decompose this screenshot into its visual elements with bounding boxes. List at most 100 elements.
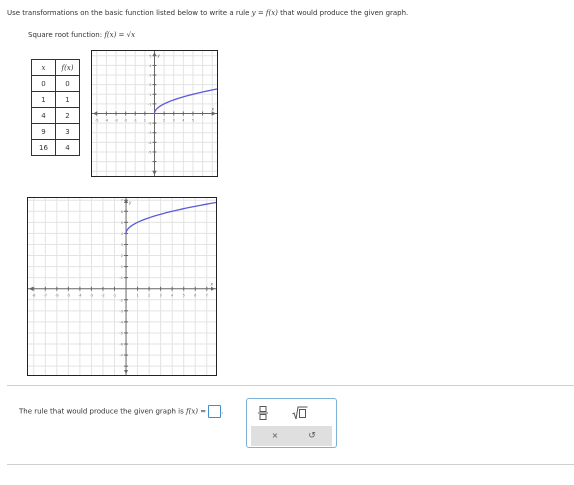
y-tick-label: 5 bbox=[149, 54, 151, 58]
x-tick-label: -4 bbox=[105, 119, 109, 123]
table-row: 93 bbox=[31, 123, 80, 140]
y-tick-label: -1 bbox=[120, 276, 124, 280]
palette-top-row bbox=[247, 399, 336, 425]
table-cell: 4 bbox=[55, 139, 80, 156]
x-tick-label: -6 bbox=[55, 294, 59, 298]
clear-button[interactable]: × bbox=[269, 430, 281, 442]
function-curve bbox=[125, 201, 217, 234]
palette-bottom-row: × ↺ bbox=[251, 426, 332, 446]
x-tick-label: -7 bbox=[44, 294, 48, 298]
y-axis-label: y bbox=[128, 200, 132, 205]
y-tick-label: -3 bbox=[148, 131, 152, 135]
fraction-icon bbox=[258, 406, 268, 420]
undo-button[interactable]: ↺ bbox=[306, 430, 318, 442]
y-tick-label: 7 bbox=[121, 199, 123, 203]
x-tick-label: 3 bbox=[173, 119, 175, 123]
x-tick-label: -1 bbox=[134, 119, 138, 123]
table-header-fx: f(x) bbox=[55, 59, 80, 76]
answer-input[interactable] bbox=[208, 405, 222, 418]
x-tick-label: 7 bbox=[206, 294, 208, 298]
x-tick-label: -2 bbox=[124, 119, 128, 123]
y-tick-label: -6 bbox=[120, 343, 124, 347]
y-tick-label: 2 bbox=[149, 83, 151, 87]
table-cell: 0 bbox=[31, 75, 56, 92]
function-label: Square root function: f(x) = √x bbox=[28, 31, 135, 39]
x-tick-label: 1 bbox=[136, 294, 138, 298]
instructions: Use transformations on the basic functio… bbox=[7, 9, 408, 17]
y-tick-label: 3 bbox=[121, 243, 123, 247]
function-label-prefix: Square root function: bbox=[28, 31, 105, 39]
table-cell: 2 bbox=[55, 107, 80, 124]
function-label-math: f(x) = √x bbox=[104, 31, 136, 39]
y-tick-label: 1 bbox=[121, 265, 123, 269]
x-tick-label: 3 bbox=[160, 294, 162, 298]
instructions-rule-math: y = f(x) bbox=[251, 9, 278, 17]
y-tick-label: -2 bbox=[120, 298, 124, 302]
table-cell: 1 bbox=[31, 91, 56, 108]
table-row: 42 bbox=[31, 107, 80, 124]
y-tick-label: 3 bbox=[149, 74, 151, 78]
y-tick-label: 5 bbox=[121, 221, 123, 225]
answer-prompt: The rule that would produce the given gr… bbox=[19, 407, 186, 416]
table-cell: 16 bbox=[31, 139, 56, 156]
table-cell: 1 bbox=[55, 91, 80, 108]
x-tick-label: 4 bbox=[171, 294, 174, 298]
instructions-suffix: that would produce the given graph. bbox=[277, 9, 409, 17]
x-tick-label: -3 bbox=[114, 119, 118, 123]
y-tick-label: -5 bbox=[120, 331, 124, 335]
x-tick-label: -5 bbox=[95, 119, 99, 123]
y-tick-label: -7 bbox=[120, 354, 124, 358]
x-axis-label: x bbox=[211, 107, 215, 112]
table-cell: 4 bbox=[31, 107, 56, 124]
x-tick-label: 6 bbox=[194, 294, 196, 298]
x-tick-label: -5 bbox=[67, 294, 71, 298]
table-row: 11 bbox=[31, 91, 80, 108]
x-tick-label: -1 bbox=[113, 294, 117, 298]
x-axis-label: x bbox=[210, 282, 214, 287]
answer-prompt-math: f(x) = bbox=[186, 407, 207, 416]
table-cell: 0 bbox=[55, 75, 80, 92]
y-tick-label: -2 bbox=[148, 122, 152, 126]
x-tick-label: 4 bbox=[182, 119, 185, 123]
x-tick-label: 2 bbox=[148, 294, 150, 298]
x-axis-arrow-icon bbox=[29, 286, 33, 291]
x-tick-label: 2 bbox=[163, 119, 165, 123]
y-tick-label: -4 bbox=[148, 141, 152, 145]
values-table: x f(x) 00 11 42 93 16 4 bbox=[31, 59, 80, 156]
x-tick-label: -3 bbox=[90, 294, 94, 298]
y-axis-arrow-icon bbox=[124, 370, 129, 374]
table-row: 16 4 bbox=[31, 139, 80, 156]
transformed-graph: -8 -7 -6 -5 -4 -3 -2 -1 1 2 3 4 5 6 7 7 6 5 4 3 2 1 -1 -2 -3 -4 -5… bbox=[27, 197, 217, 376]
x-tick-label: 5 bbox=[192, 119, 194, 123]
sqrt-icon bbox=[292, 406, 308, 420]
answer-panel: The rule that would produce the given gr… bbox=[7, 385, 574, 465]
parent-function-graph-svg: -5 -4 -3 -2 -1 1 2 3 4 554321-1-2-3-4-5xy bbox=[92, 51, 218, 176]
y-tick-label: 2 bbox=[121, 254, 123, 258]
x-tick-label: -2 bbox=[101, 294, 105, 298]
answer-rule-text: The rule that would produce the given gr… bbox=[19, 405, 223, 418]
y-tick-label: 4 bbox=[149, 64, 152, 68]
y-tick-label: 1 bbox=[149, 93, 151, 97]
table-cell: 3 bbox=[55, 123, 80, 140]
answer-period: . bbox=[221, 407, 224, 416]
x-axis-arrow-icon bbox=[211, 286, 215, 291]
x-tick-label: 5 bbox=[183, 294, 185, 298]
x-tick-label: -4 bbox=[78, 294, 82, 298]
y-tick-label: 6 bbox=[121, 210, 123, 214]
sqrt-button[interactable] bbox=[292, 405, 308, 420]
y-tick-label: -5 bbox=[148, 150, 152, 154]
table-header-row: x f(x) bbox=[31, 59, 80, 76]
transformed-graph-svg: -8 -7 -6 -5 -4 -3 -2 -1 1 2 3 4 5 6 77654321-1-2-3-4-5… bbox=[28, 198, 217, 375]
table-row: 00 bbox=[31, 75, 80, 92]
fraction-button[interactable] bbox=[258, 405, 268, 420]
table-cell: 9 bbox=[31, 123, 56, 140]
y-tick-label: -1 bbox=[148, 102, 152, 106]
math-palette: × ↺ bbox=[246, 398, 337, 448]
x-tick-label: -8 bbox=[32, 294, 36, 298]
y-tick-label: -3 bbox=[120, 309, 124, 313]
y-axis-arrow-icon bbox=[124, 199, 129, 203]
parent-function-graph: -5 -4 -3 -2 -1 1 2 3 4 5 5 4 3 2 1 -1 -2 -3 -4 -5 x y bbox=[91, 50, 218, 177]
x-tick-label: 1 bbox=[144, 119, 146, 123]
instructions-prefix: Use transformations on the basic functio… bbox=[7, 9, 252, 17]
table-header-x: x bbox=[31, 59, 56, 76]
